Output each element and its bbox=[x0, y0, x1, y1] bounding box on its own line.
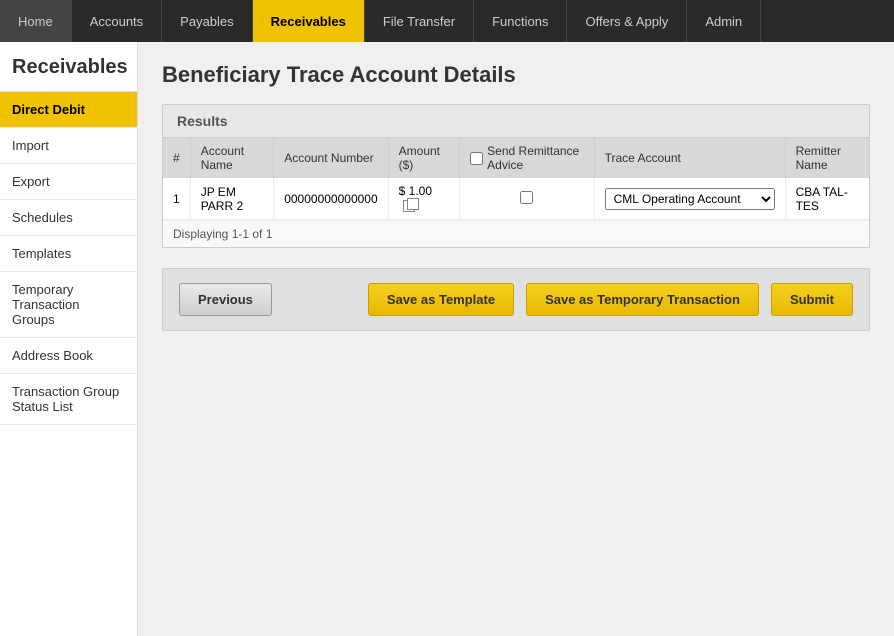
col-header-trace-account: Trace Account bbox=[594, 138, 785, 178]
cell-account-name: JP EM PARR 2 bbox=[190, 178, 274, 220]
col-header-remitter-name: Remitter Name bbox=[785, 138, 869, 178]
results-panel: Results # Account Name Account Number Am… bbox=[162, 104, 870, 248]
sidebar-item-direct-debit[interactable]: Direct Debit bbox=[0, 92, 137, 128]
nav-accounts[interactable]: Accounts bbox=[72, 0, 162, 42]
col-header-send-remittance: Send Remittance Advice bbox=[460, 138, 594, 178]
cell-send-remittance bbox=[460, 178, 594, 220]
sidebar-title: Receivables bbox=[0, 42, 137, 92]
main-content: Beneficiary Trace Account Details Result… bbox=[138, 42, 894, 636]
nav-admin[interactable]: Admin bbox=[687, 0, 761, 42]
displaying-info: Displaying 1-1 of 1 bbox=[163, 220, 869, 247]
nav-receivables[interactable]: Receivables bbox=[253, 0, 365, 42]
send-remittance-row-checkbox[interactable] bbox=[520, 191, 533, 204]
sidebar-item-address-book[interactable]: Address Book bbox=[0, 338, 137, 374]
submit-button[interactable]: Submit bbox=[771, 283, 853, 316]
page-title: Beneficiary Trace Account Details bbox=[162, 62, 870, 88]
col-header-account-number: Account Number bbox=[274, 138, 388, 178]
action-bar: Previous Save as Template Save as Tempor… bbox=[162, 268, 870, 331]
table-header-row: # Account Name Account Number Amount ($)… bbox=[163, 138, 869, 178]
cell-remitter-name: CBA TAL-TES bbox=[785, 178, 869, 220]
sidebar-item-import[interactable]: Import bbox=[0, 128, 137, 164]
results-table: # Account Name Account Number Amount ($)… bbox=[163, 138, 869, 220]
sidebar-item-templates[interactable]: Templates bbox=[0, 236, 137, 272]
sidebar-item-schedules[interactable]: Schedules bbox=[0, 200, 137, 236]
send-remittance-header-label: Send Remittance Advice bbox=[487, 144, 583, 172]
nav-offers-apply[interactable]: Offers & Apply bbox=[567, 0, 687, 42]
sidebar-item-temporary-transaction-groups[interactable]: Temporary Transaction Groups bbox=[0, 272, 137, 338]
col-header-amount: Amount ($) bbox=[388, 138, 460, 178]
sidebar-item-transaction-group-status-list[interactable]: Transaction Group Status List bbox=[0, 374, 137, 425]
nav-functions[interactable]: Functions bbox=[474, 0, 567, 42]
cell-num: 1 bbox=[163, 178, 190, 220]
sidebar-item-export[interactable]: Export bbox=[0, 164, 137, 200]
previous-button[interactable]: Previous bbox=[179, 283, 272, 316]
trace-account-select[interactable]: CML Operating Account bbox=[605, 188, 775, 210]
col-header-num: # bbox=[163, 138, 190, 178]
cell-amount: $ 1.00 bbox=[388, 178, 460, 220]
cell-account-number: 00000000000000 bbox=[274, 178, 388, 220]
table-row: 1 JP EM PARR 2 00000000000000 $ 1.00 bbox=[163, 178, 869, 220]
nav-file-transfer[interactable]: File Transfer bbox=[365, 0, 474, 42]
nav-payables[interactable]: Payables bbox=[162, 0, 252, 42]
copy-icon[interactable] bbox=[403, 200, 415, 212]
sidebar: Receivables Direct Debit Import Export S… bbox=[0, 42, 138, 636]
save-temporary-button[interactable]: Save as Temporary Transaction bbox=[526, 283, 759, 316]
results-header: Results bbox=[163, 105, 869, 138]
col-header-account-name: Account Name bbox=[190, 138, 274, 178]
main-layout: Receivables Direct Debit Import Export S… bbox=[0, 42, 894, 636]
cell-trace-account[interactable]: CML Operating Account bbox=[594, 178, 785, 220]
save-template-button[interactable]: Save as Template bbox=[368, 283, 514, 316]
send-remittance-all-checkbox[interactable] bbox=[470, 152, 483, 165]
nav-home[interactable]: Home bbox=[0, 0, 72, 42]
top-nav: Home Accounts Payables Receivables File … bbox=[0, 0, 894, 42]
